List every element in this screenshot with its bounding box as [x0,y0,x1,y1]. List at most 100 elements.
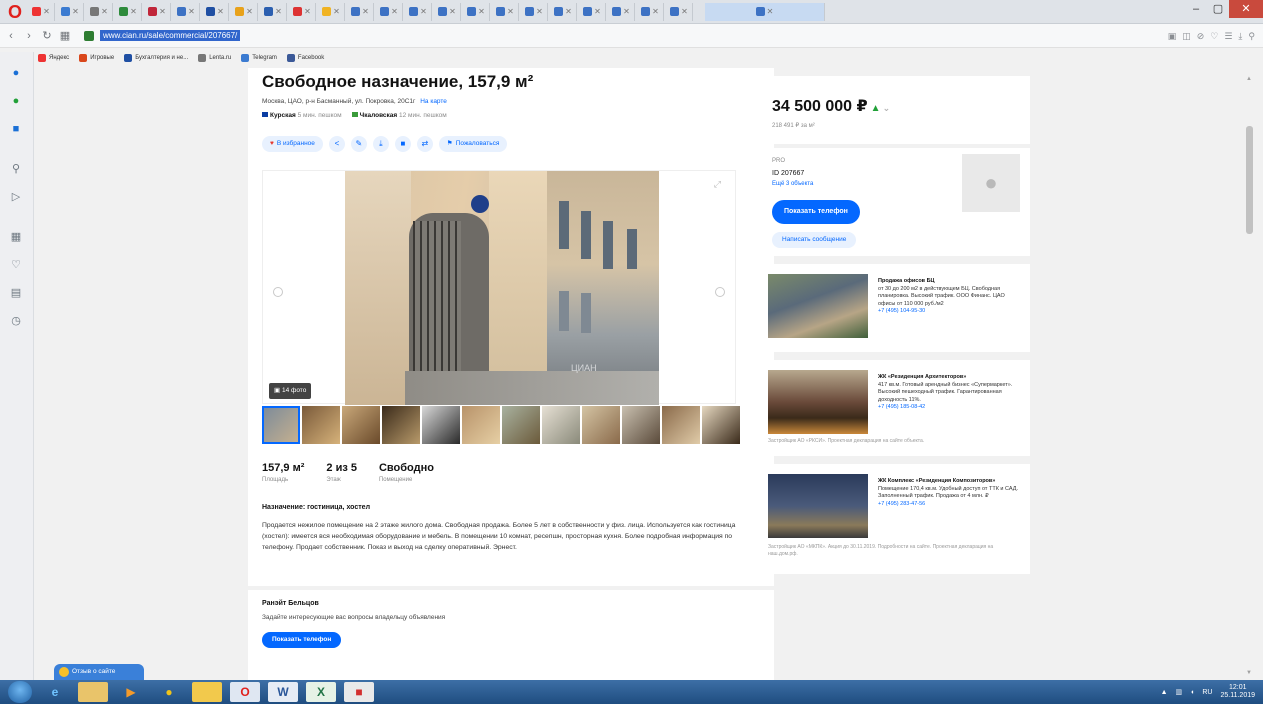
browser-tab[interactable]: ✕ [202,2,229,21]
volume-icon[interactable]: ◖ [1190,689,1194,696]
thumbnail[interactable] [462,406,500,444]
bookmarks-heart-icon[interactable]: ♡ [9,258,23,272]
map-link[interactable]: На карте [420,98,447,105]
opera-icon[interactable]: O [230,682,260,702]
show-phone-button[interactable]: Показать телефон [262,632,342,648]
main-photo[interactable]: ЦИАН [345,171,659,405]
thumbnail[interactable] [542,406,580,444]
thumbnail[interactable] [502,406,540,444]
browser-tab-active[interactable]: ✕ [705,2,825,21]
browser-tab[interactable]: ✕ [579,2,606,21]
browser-tab[interactable]: ✕ [115,2,142,21]
download-icon[interactable]: ⤓ [372,136,389,152]
browser-tab[interactable]: ✕ [434,2,461,21]
reload-icon[interactable]: ↻ [40,29,54,42]
pin-icon[interactable]: ⚲ [1248,31,1255,42]
browser-tab[interactable]: ✕ [521,2,548,21]
browser-tab[interactable]: ✕ [347,2,374,21]
bookmark-item[interactable]: Facebook [286,54,324,62]
favorite-button[interactable]: ♥ В избранное [262,136,323,152]
photo-gallery[interactable]: ЦИАН ⤢ ▣ 14 фото [262,170,736,405]
thumbnail[interactable] [622,406,660,444]
browser-tab[interactable]: ✕ [550,2,577,21]
vpn-icon[interactable]: ◫ [1182,31,1191,42]
write-message-button[interactable]: Написать сообщение [772,232,857,248]
bookmark-item[interactable]: Яндекс [38,54,69,62]
browser-tab[interactable]: ✕ [173,2,200,21]
snapshot-icon[interactable]: ▣ [1168,31,1177,42]
minimize-icon[interactable]: – [1185,0,1207,18]
back-icon[interactable]: ‹ [4,30,18,42]
complain-button[interactable]: ⚑ Пожаловаться [438,136,508,152]
prev-photo-icon[interactable] [273,287,283,297]
vk-icon[interactable]: ■ [9,122,23,136]
url-field[interactable]: www.cian.ru/sale/commercial/207667/ [84,27,241,45]
browser-tab[interactable]: ✕ [28,2,55,21]
browser-tab[interactable]: ✕ [492,2,519,21]
opera-menu-icon[interactable]: O [4,1,26,23]
bookmark-item[interactable]: Telegram [241,54,277,62]
news-icon[interactable]: ▷ [9,190,23,204]
bookmark-icon[interactable]: ♡ [1210,31,1218,42]
expand-icon[interactable]: ⤢ [714,179,721,190]
seller-show-phone-button[interactable]: Показать телефон [772,200,860,224]
chevron-down-icon[interactable]: ⌄ [883,103,891,113]
whatsapp-icon[interactable]: ● [9,94,23,108]
thumbnail[interactable] [422,406,460,444]
browser-tab[interactable]: ✕ [608,2,635,21]
ad-card[interactable]: ЖК Комплекс «Резиденция Композиторов» По… [758,464,1030,574]
browser-tab[interactable]: ✕ [376,2,403,21]
browser-tab[interactable]: ✕ [666,2,693,21]
browser-tab[interactable]: ✕ [144,2,171,21]
bookmark-item[interactable]: Игровые [79,54,114,62]
browser-tab[interactable]: ✕ [86,2,113,21]
download-icon[interactable]: ⤓ [1238,31,1242,42]
thumbnail[interactable] [342,406,380,444]
start-button[interactable] [8,681,32,703]
scroll-up-icon[interactable]: ▲ [1246,76,1252,82]
ad-image[interactable] [768,370,868,434]
forward-icon[interactable]: › [22,30,36,42]
browser-tab[interactable]: ✕ [289,2,316,21]
bookmark-item[interactable]: Бухгалтерия и не... [124,54,188,62]
ad-image[interactable] [768,474,868,538]
speed-dial-icon[interactable]: ▦ [9,230,23,244]
clock[interactable]: 12:01 25.11.2019 [1220,684,1255,700]
thumbnail[interactable] [582,406,620,444]
close-icon[interactable]: ✕ [1229,0,1263,18]
url-text[interactable]: www.cian.ru/sale/commercial/207667/ [100,30,241,41]
ad-card[interactable]: ЖК «Резиденция Архитекторов» 417 кв.м. Г… [758,360,1030,456]
media-player-icon[interactable]: ▶ [116,682,146,702]
browser-tab[interactable]: ✕ [260,2,287,21]
thumbnail[interactable] [302,406,340,444]
ad-card[interactable]: Продажа офисов БЦ от 30 до 200 м2 в дейс… [758,264,1030,352]
share-icon[interactable]: < [328,136,345,152]
edit-icon[interactable]: ✎ [350,136,367,152]
scroll-thumb[interactable] [1246,126,1253,234]
language-icon[interactable]: RU [1202,689,1212,696]
browser-tab[interactable]: ✕ [405,2,432,21]
network-icon[interactable]: ▥ [1176,688,1183,696]
page-scrollbar[interactable]: ▲ ▼ [1243,76,1257,680]
photo-count-badge[interactable]: ▣ 14 фото [269,383,312,399]
browser-tab[interactable]: ✕ [318,2,345,21]
thumbnail[interactable] [262,406,300,444]
tabs-grid-icon[interactable]: ▦ [58,29,72,42]
browser-tab[interactable]: ✕ [231,2,258,21]
snapshots-icon[interactable]: ▤ [9,286,23,300]
tray-expand-icon[interactable]: ▲ [1161,689,1168,696]
excel-icon[interactable]: X [306,682,336,702]
easy-setup-icon[interactable]: ☰ [1224,31,1232,42]
thumbnail[interactable] [382,406,420,444]
next-photo-icon[interactable] [715,287,725,297]
search-icon[interactable]: ⚲ [9,162,23,176]
metro-item[interactable]: Чкаловская 12 мин. пешком [351,112,447,119]
chrome-icon[interactable]: ● [154,682,184,702]
explorer-icon[interactable] [78,682,108,702]
bookmark-item[interactable]: Lenta.ru [198,54,231,62]
browser-tab[interactable]: ✕ [57,2,84,21]
thumbnail[interactable] [702,406,740,444]
browser-tab[interactable]: ✕ [637,2,664,21]
compare-icon[interactable]: ⇄ [416,136,433,152]
messenger-icon[interactable]: ● [9,66,23,80]
